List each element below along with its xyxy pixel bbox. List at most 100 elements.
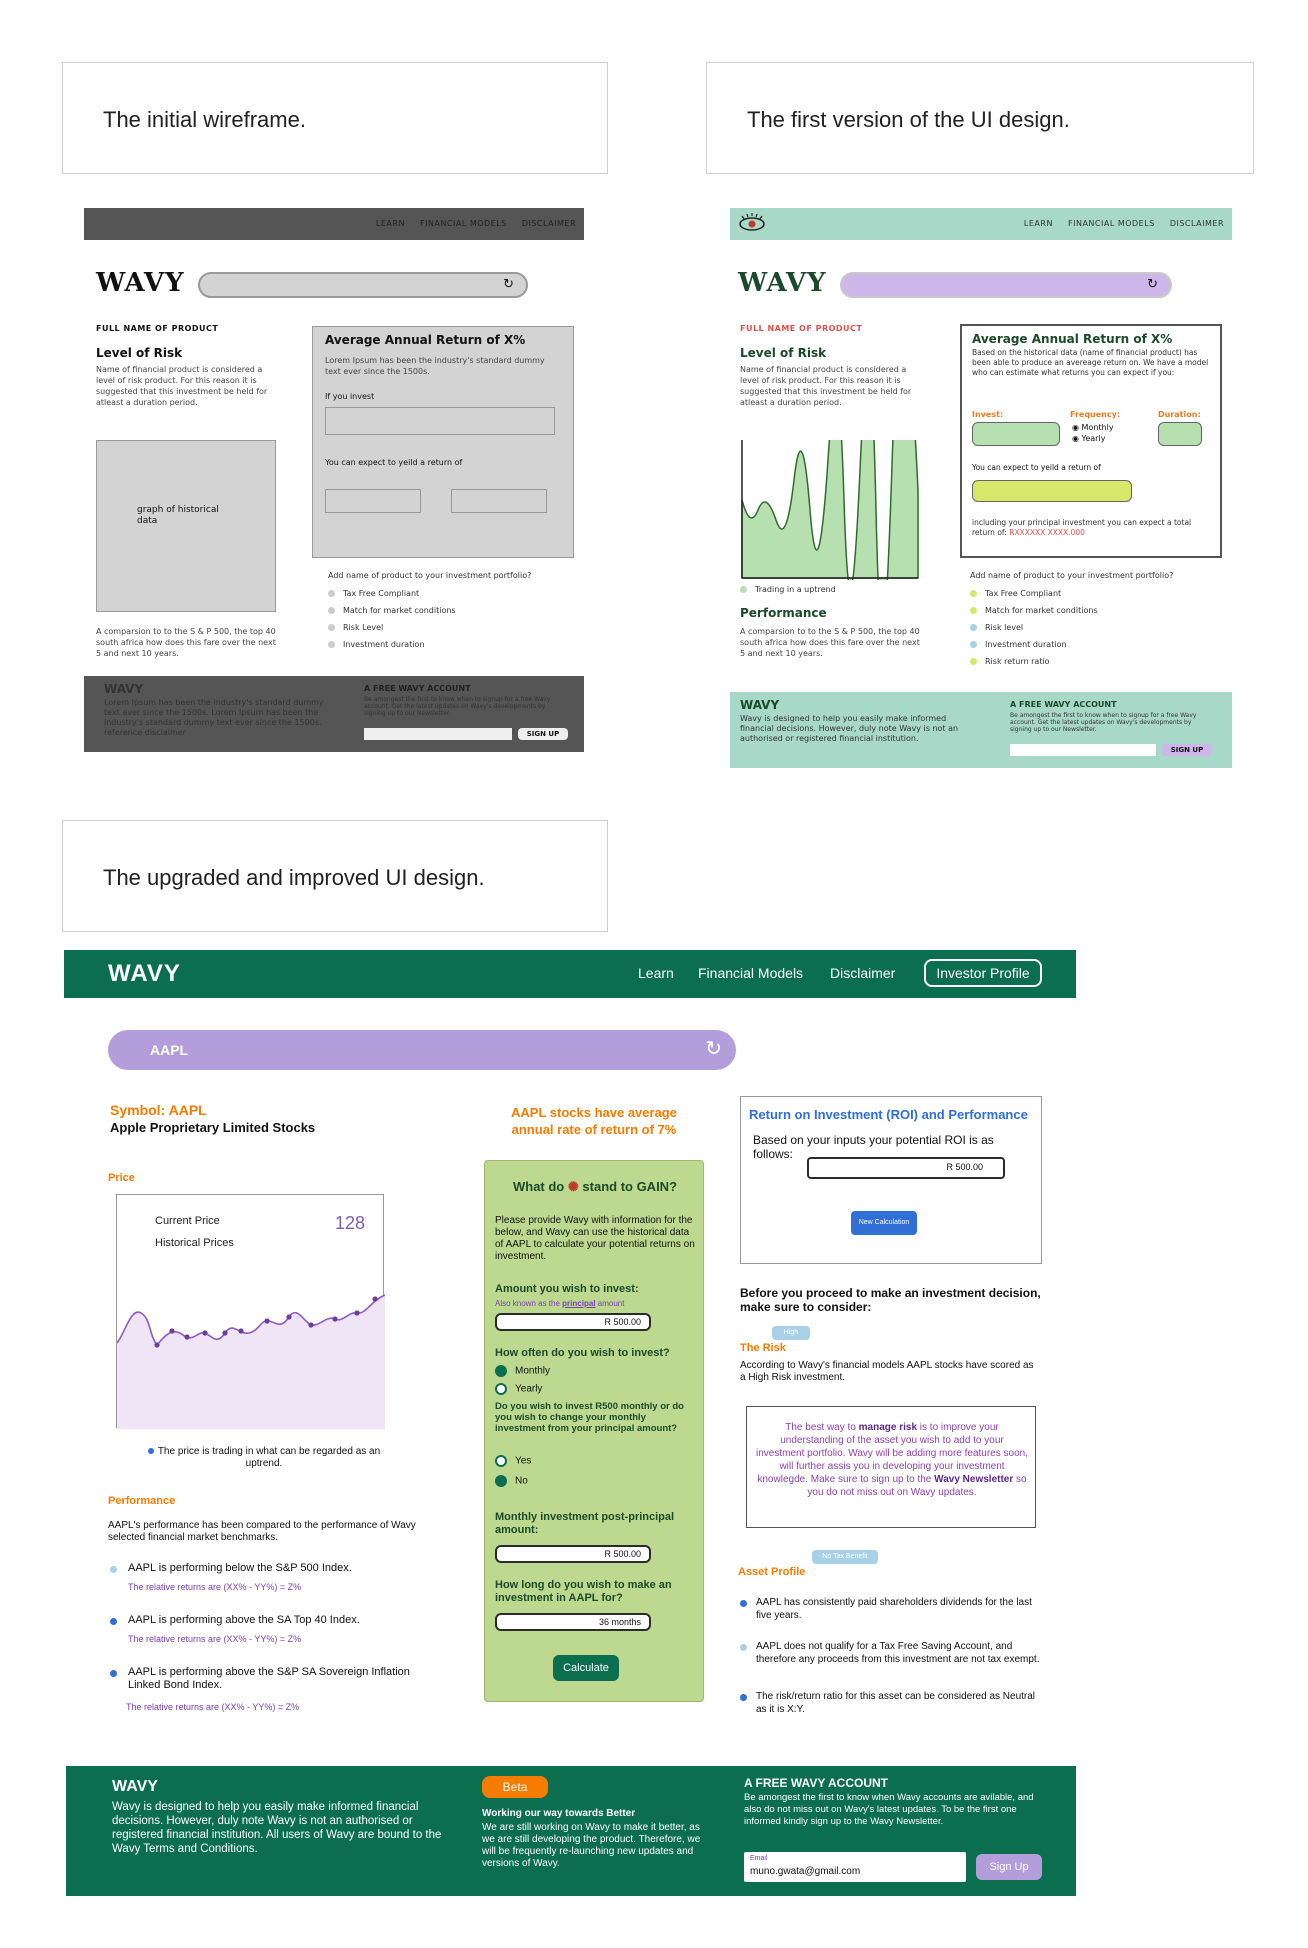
v3-often-yearly-row[interactable]: Yearly [495, 1383, 542, 1395]
wf-duration-input[interactable] [451, 489, 547, 513]
refresh-icon[interactable]: ↻ [705, 1036, 722, 1061]
fv-invest-input[interactable] [972, 422, 1060, 446]
v3-investor-profile-button[interactable]: Investor Profile [924, 959, 1042, 987]
refresh-icon[interactable]: ↻ [1147, 277, 1158, 292]
wf-add-item-risk[interactable]: Risk Level [343, 623, 383, 632]
v3-search-bar[interactable]: AAPL ↻ [108, 1030, 736, 1070]
wf-nav-learn[interactable]: LEARN [376, 219, 405, 228]
v3-amount-hint-post: amount [597, 1299, 625, 1308]
v3-roi-title: Return on Investment (ROI) and Performan… [749, 1107, 1028, 1122]
v3-email-value[interactable]: muno.gwata@gmail.com [750, 1866, 860, 1877]
fv-nav-models[interactable]: FINANCIAL MODELS [1068, 219, 1155, 228]
fv-nav-disclaimer[interactable]: DISCLAIMER [1170, 219, 1224, 228]
v3-often-yearly[interactable]: Yearly [515, 1384, 542, 1395]
v3-nav-disclaimer[interactable]: Disclaimer [830, 965, 895, 981]
wf-add-item-tax[interactable]: Tax Free Compliant [343, 589, 419, 598]
v3-calculate-button[interactable]: Calculate [553, 1655, 619, 1681]
fv-expect: You can expect to yeild a return of [972, 463, 1101, 472]
wf-footer-account-title: A FREE WAVY ACCOUNT [364, 684, 471, 693]
fv-duration-input[interactable] [1158, 422, 1202, 446]
fv-add-item-duration[interactable]: Investment duration [985, 640, 1067, 649]
wf-product-name: FULL NAME OF PRODUCT [96, 324, 219, 333]
v3-change-yes-row[interactable]: Yes [495, 1455, 531, 1467]
v3-amount-input[interactable]: R 500.00 [495, 1313, 651, 1331]
v3-tip-text: The best way to manage risk is to improv… [755, 1421, 1029, 1499]
fv-add-dot [970, 624, 977, 631]
v3-email-field[interactable]: Email muno.gwata@gmail.com [744, 1852, 966, 1882]
wf-nav-disclaimer[interactable]: DISCLAIMER [522, 219, 576, 228]
fv-return-panel: Average Annual Return of X% Based on the… [960, 324, 1222, 558]
v3-calculator-panel: What do ✺ stand to GAIN? Please provide … [484, 1160, 704, 1702]
v3-duration-input[interactable]: 36 months [495, 1613, 651, 1631]
fv-frequency-label: Frequency: [1070, 410, 1121, 419]
v3-often-monthly[interactable]: Monthly [515, 1366, 550, 1377]
wf-search-bar[interactable]: ↻ [198, 272, 528, 298]
v3-change-no-row[interactable]: No [495, 1475, 528, 1487]
v3-principal-link[interactable]: principal [562, 1299, 595, 1308]
v3-monthly-input[interactable]: R 500.00 [495, 1545, 651, 1563]
v3-benchmark-bullet [110, 1566, 117, 1573]
v3-benchmark-3: AAPL is performing above the S&P SA Sove… [128, 1666, 410, 1691]
fv-total-text: including your principal investment you … [972, 518, 1212, 538]
radio-filled-icon[interactable] [495, 1475, 507, 1487]
v3-price-label: Price [108, 1172, 135, 1184]
v3-logo[interactable]: WAVY [108, 960, 181, 988]
v3-calc-title-post: stand to GAIN? [582, 1179, 678, 1194]
wf-email-input[interactable] [364, 728, 512, 740]
v3-asset-3: The risk/return ratio for this asset can… [756, 1691, 1036, 1715]
fv-signup-button[interactable]: SIGN UP [1162, 744, 1212, 756]
radio-filled-icon[interactable] [495, 1365, 507, 1377]
fv-add-item-market[interactable]: Match for market conditions [985, 606, 1098, 615]
v3-beta-text: We are still working on Wavy to make it … [482, 1822, 701, 1869]
wf-add-dot [328, 624, 335, 631]
fv-trend-dot [740, 586, 747, 593]
v3-tax-badge: No Tax Benefit [812, 1550, 878, 1564]
wf-invest-input[interactable] [325, 407, 555, 435]
v3-nav-learn[interactable]: Learn [638, 965, 674, 981]
wf-signup-button[interactable]: SIGN UP [518, 728, 568, 740]
v3-trend-note: The price is trading in what can be rega… [157, 1446, 381, 1469]
v3-new-calculation-button[interactable]: New Calculation [851, 1211, 917, 1235]
v3-change-no[interactable]: No [515, 1476, 528, 1487]
radio-icon[interactable]: ◉ [1072, 423, 1079, 432]
wf-frequency-input[interactable] [325, 489, 421, 513]
v3-benchmark-bullet [110, 1670, 117, 1677]
refresh-icon[interactable]: ↻ [503, 277, 514, 292]
radio-icon[interactable]: ◉ [1072, 434, 1079, 443]
wf-expect: You can expect to yeild a return of [325, 458, 463, 467]
wf-add-dot [328, 590, 335, 597]
fv-freq-yearly[interactable]: Yearly [1082, 434, 1106, 443]
fv-email-input[interactable] [1010, 744, 1156, 756]
v3-change-yes[interactable]: Yes [515, 1456, 531, 1467]
radio-empty-icon[interactable] [495, 1455, 507, 1467]
v3-trend-note-row: The price is trading in what can be rega… [144, 1446, 384, 1470]
fv-add-item-ratio[interactable]: Risk return ratio [985, 657, 1050, 666]
v3-roi-panel: Return on Investment (ROI) and Performan… [740, 1096, 1042, 1264]
caption-wireframe: The initial wireframe. [62, 62, 608, 174]
wf-add-dot [328, 641, 335, 648]
fv-search-bar[interactable]: ↻ [840, 272, 1172, 298]
v3-footer-text: Wavy is designed to help you easily make… [112, 1801, 442, 1855]
v3-signup-button[interactable]: Sign Up [976, 1854, 1042, 1880]
fv-add-title: Add name of product to your investment p… [970, 571, 1174, 580]
wf-add-item-market[interactable]: Match for market conditions [343, 606, 456, 615]
v3-duration-label: How long do you wish to make an investme… [495, 1579, 672, 1604]
fv-add-item-tax[interactable]: Tax Free Compliant [985, 589, 1061, 598]
wf-add-item-duration[interactable]: Investment duration [343, 640, 425, 649]
fv-freq-options: ◉ Monthly ◉ Yearly [1072, 422, 1114, 444]
wf-nav-models[interactable]: FINANCIAL MODELS [420, 219, 507, 228]
fv-add-item-risk[interactable]: Risk level [985, 623, 1023, 632]
v3-asset-bullet [740, 1694, 747, 1701]
v3-nav-models[interactable]: Financial Models [698, 965, 803, 981]
fv-freq-monthly[interactable]: Monthly [1082, 423, 1114, 432]
fv-footer-account-title: A FREE WAVY ACCOUNT [1010, 700, 1117, 709]
v3-often-monthly-row[interactable]: Monthly [495, 1365, 550, 1377]
fv-navbar: LEARN FINANCIAL MODELS DISCLAIMER [730, 208, 1232, 240]
fv-add-dot [970, 590, 977, 597]
v3-newsletter-link[interactable]: Wavy Newsletter [934, 1474, 1013, 1485]
v3-amount-hint-pre: Also known as the [495, 1299, 560, 1308]
fv-nav-learn[interactable]: LEARN [1024, 219, 1053, 228]
v3-headline: AAPL stocks have average annual rate of … [511, 1105, 677, 1137]
radio-empty-icon[interactable] [495, 1383, 507, 1395]
fv-return-output [972, 480, 1132, 502]
